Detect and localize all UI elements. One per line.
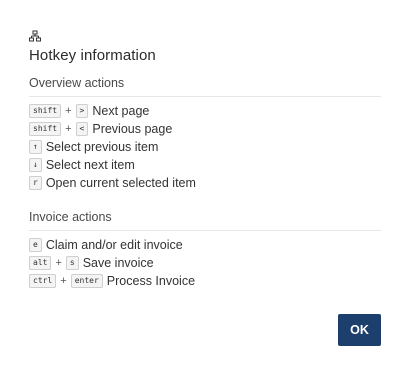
dialog-title: Hotkey information [29, 47, 156, 64]
key-cap: < [75, 122, 89, 136]
key-cap: ↓ [29, 158, 42, 172]
hotkey-row: ↑ Select previous item [29, 138, 381, 156]
key-cap: shift [29, 122, 62, 136]
sitemap-icon [29, 30, 41, 42]
hotkey-list: e Claim and/or edit invoice alt + s Save invo… [29, 236, 381, 290]
key-cap: alt [29, 256, 52, 270]
key-cap: e [29, 238, 42, 252]
hotkey-description: Claim and/or edit invoice [45, 238, 183, 252]
hotkey-description: Previous page [92, 122, 173, 136]
hotkey-row: ↓ Select next item [29, 156, 381, 174]
hotkey-row: alt + s Save invoice [29, 254, 381, 272]
section-overview-actions: Overview actions shift + > Next page shift + <… [29, 76, 381, 192]
hotkey-row: shift + > Next page [29, 102, 381, 120]
key-cap: r [29, 176, 42, 190]
key-separator: + [60, 275, 67, 287]
hotkey-row: shift + < Previous page [29, 120, 381, 138]
hotkey-description: Open current selected item [45, 176, 196, 190]
hotkey-description: Select next item [45, 158, 135, 172]
hotkey-list: shift + > Next page shift + < Previous page ↑ Sel… [29, 102, 381, 192]
hotkey-description: Process Invoice [106, 274, 196, 288]
key-cap: ↑ [29, 140, 42, 154]
hotkey-dialog: Hotkey information Overview actions shif… [0, 0, 409, 365]
key-separator: + [65, 123, 72, 135]
key-separator: + [65, 105, 72, 117]
section-invoice-actions: Invoice actions e Claim and/or edit invoi… [29, 210, 381, 290]
hotkey-row: r Open current selected item [29, 174, 381, 192]
key-cap: shift [29, 104, 62, 118]
hotkey-row: e Claim and/or edit invoice [29, 236, 381, 254]
hotkey-row: ctrl + enter Process Invoice [29, 272, 381, 290]
hotkey-description: Next page [92, 104, 150, 118]
hotkey-description: Save invoice [82, 256, 154, 270]
key-cap: enter [70, 274, 103, 288]
section-heading: Invoice actions [29, 210, 381, 231]
key-cap: s [65, 256, 79, 270]
ok-button[interactable]: OK [338, 314, 381, 346]
key-separator: + [55, 257, 62, 269]
hotkey-description: Select previous item [45, 140, 159, 154]
key-cap: > [75, 104, 89, 118]
key-cap: ctrl [29, 274, 57, 288]
section-heading: Overview actions [29, 76, 381, 97]
